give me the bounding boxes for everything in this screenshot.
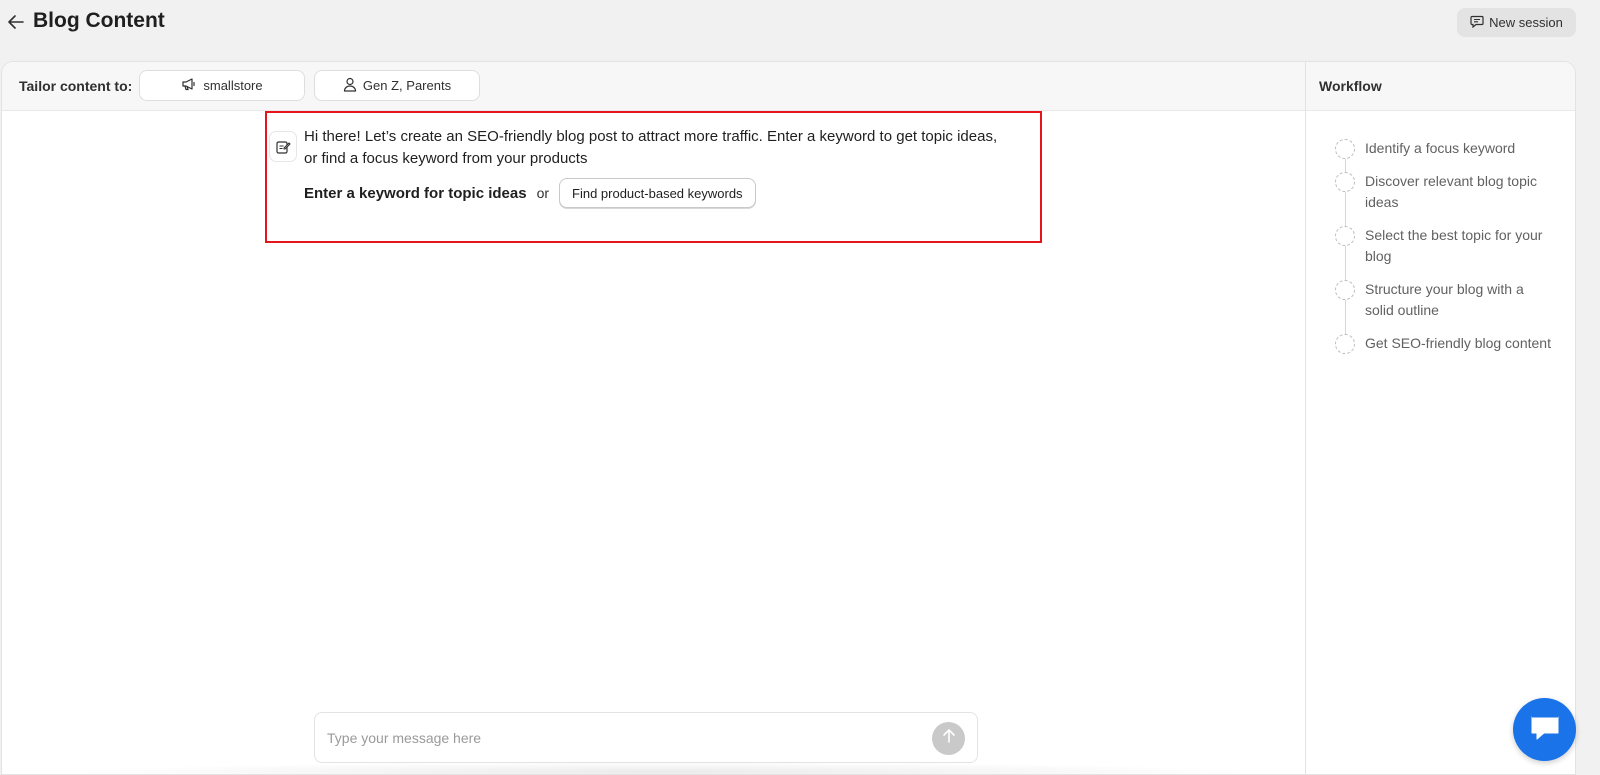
chat-area: Tailor content to: smallstore Gen Z, Par… [2, 62, 1305, 774]
workflow-step-label: Select the best topic for your blog [1365, 227, 1543, 264]
new-session-label: New session [1489, 15, 1563, 30]
workflow-step-label: Structure your blog with a solid outline [1365, 281, 1524, 318]
workflow-step: Structure your blog with a solid outline [1335, 280, 1555, 321]
workflow-step-label: Identify a focus keyword [1365, 140, 1516, 156]
pending-circle-icon [1335, 334, 1355, 354]
assistant-message: Hi there! Let’s create an SEO-friendly b… [304, 128, 998, 167]
workflow-step: Discover relevant blog topic ideas [1335, 172, 1555, 213]
workflow-title: Workflow [1319, 78, 1382, 94]
chat-support-button[interactable] [1513, 698, 1576, 761]
workflow-step-label: Discover relevant blog topic ideas [1365, 173, 1537, 210]
tailor-label: Tailor content to: [19, 78, 133, 94]
pending-circle-icon [1335, 280, 1355, 300]
top-bar: Blog Content New session [0, 0, 1600, 44]
chat-icon [1529, 713, 1561, 746]
page-title: Blog Content [33, 9, 165, 32]
workflow-header: Workflow [1306, 62, 1575, 111]
new-session-button[interactable]: New session [1457, 8, 1576, 37]
workflow-step: Get SEO-friendly blog content [1335, 334, 1555, 354]
pending-circle-icon [1335, 139, 1355, 159]
or-text: or [536, 185, 550, 201]
enter-keyword-link[interactable]: Enter a keyword for topic ideas [304, 185, 527, 202]
workflow-step: Select the best topic for your blog [1335, 226, 1555, 267]
message-input[interactable] [327, 713, 907, 762]
audience-chip[interactable]: Gen Z, Parents [314, 70, 480, 101]
workflow-panel: Workflow Identify a focus keyword Discov… [1305, 62, 1575, 774]
message-input-container [314, 712, 978, 763]
edit-note-icon [269, 131, 297, 162]
pending-circle-icon [1335, 172, 1355, 192]
tailor-bar: Tailor content to: smallstore Gen Z, Par… [2, 62, 1305, 111]
find-product-keywords-button[interactable]: Find product-based keywords [559, 178, 756, 208]
back-arrow-icon[interactable] [6, 12, 26, 32]
person-icon [343, 77, 357, 95]
send-button[interactable] [932, 722, 965, 755]
pending-circle-icon [1335, 226, 1355, 246]
chat-bubble-icon [1470, 14, 1484, 31]
store-chip[interactable]: smallstore [139, 70, 305, 101]
audience-chip-label: Gen Z, Parents [362, 78, 452, 93]
workflow-step: Identify a focus keyword [1335, 139, 1555, 159]
bottom-shadow [62, 762, 1262, 774]
workflow-step-label: Get SEO-friendly blog content [1365, 335, 1551, 351]
store-chip-label: smallstore [203, 78, 263, 93]
megaphone-icon [181, 77, 197, 94]
main-card: Tailor content to: smallstore Gen Z, Par… [1, 61, 1576, 775]
message-actions: Enter a keyword for topic ideas or Find … [304, 178, 756, 208]
arrow-up-icon [942, 728, 956, 749]
